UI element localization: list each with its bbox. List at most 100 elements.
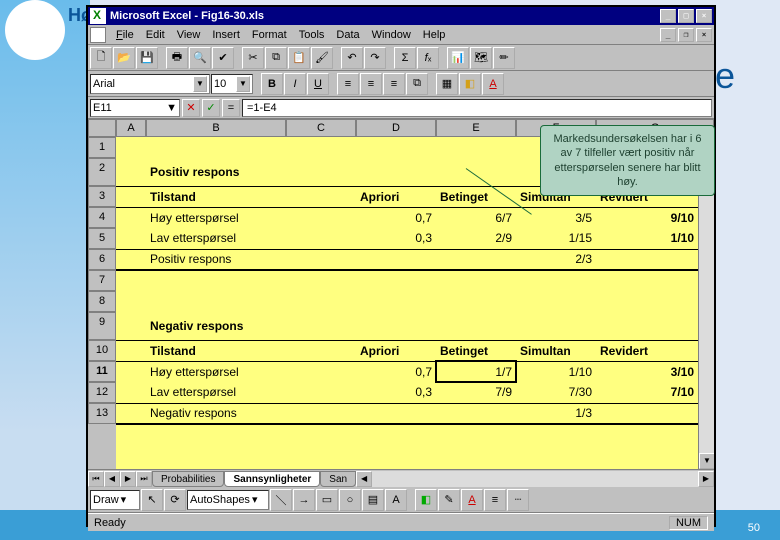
menu-edit[interactable]: Edit [140,27,171,43]
oval-icon[interactable]: ○ [339,489,361,511]
line-color-icon[interactable]: ✎ [438,489,460,511]
tab-next-icon[interactable]: ▶ [120,471,136,487]
chart-icon[interactable]: 📊 [447,47,469,69]
cut-icon[interactable]: ✂ [242,47,264,69]
row-header[interactable]: 9 [88,312,116,340]
align-center-icon[interactable]: ≡ [360,73,382,95]
selected-cell[interactable]: 1/7 [436,361,516,382]
align-right-icon[interactable]: ≡ [383,73,405,95]
tab-prev-icon[interactable]: ◀ [104,471,120,487]
row-header[interactable]: 7 [88,270,116,291]
undo-icon[interactable]: ↶ [341,47,363,69]
sheet-tab[interactable]: Probabilities [152,471,224,487]
italic-button[interactable]: I [284,73,306,95]
equals-button[interactable]: = [222,99,240,117]
fill-color-icon[interactable]: ◧ [459,73,481,95]
print-icon[interactable]: 🖶 [166,47,188,69]
row-header[interactable]: 5 [88,228,116,249]
format-painter-icon[interactable]: 🖌 [311,47,333,69]
row-header[interactable]: 11 [88,361,116,382]
col-header-a[interactable]: A [116,119,146,137]
row-header[interactable]: 6 [88,249,116,270]
confirm-formula-icon[interactable]: ✓ [202,99,220,117]
col-header-c[interactable]: C [286,119,356,137]
menu-window[interactable]: Window [366,27,417,43]
row-header[interactable]: 1 [88,137,116,158]
workbook-icon[interactable] [90,27,106,43]
menu-file[interactable]: File [110,27,140,43]
doc-minimize-button[interactable]: _ [660,28,676,42]
cancel-formula-icon[interactable]: ✕ [182,99,200,117]
doc-restore-button[interactable]: ❐ [678,28,694,42]
doc-close-button[interactable]: × [696,28,712,42]
font-color-icon[interactable]: A [482,73,504,95]
minimize-button[interactable]: _ [660,9,676,23]
col-header-e[interactable]: E [436,119,516,137]
menu-view[interactable]: View [171,27,207,43]
col-header-b[interactable]: B [146,119,286,137]
paste-icon[interactable]: 📋 [288,47,310,69]
close-button[interactable]: × [696,9,712,23]
row-header[interactable]: 3 [88,186,116,207]
row-header[interactable]: 13 [88,403,116,424]
autosum-icon[interactable]: Σ [394,47,416,69]
save-icon[interactable]: 💾 [136,47,158,69]
sheet-tab[interactable]: San [320,471,356,487]
horizontal-scrollbar[interactable]: ◀ ▶ [356,471,714,487]
line-style-icon[interactable]: ≡ [484,489,506,511]
map-icon[interactable]: 🗺 [470,47,492,69]
size-combo[interactable]: 10▼ [211,74,253,94]
rectangle-icon[interactable]: ▭ [316,489,338,511]
font-combo[interactable]: Arial▼ [90,74,210,94]
open-icon[interactable]: 📂 [113,47,135,69]
formula-input[interactable]: =1-E4 [242,99,712,117]
new-icon[interactable]: 🗋 [90,47,112,69]
tab-first-icon[interactable]: ⏮ [88,471,104,487]
preview-icon[interactable]: 🔍 [189,47,211,69]
menu-tools[interactable]: Tools [293,27,331,43]
menu-help[interactable]: Help [417,27,452,43]
line-icon[interactable]: ＼ [270,489,292,511]
underline-button[interactable]: U [307,73,329,95]
scroll-left-icon[interactable]: ◀ [356,471,372,487]
dash-style-icon[interactable]: ┈ [507,489,529,511]
select-all-corner[interactable] [88,119,116,137]
rotate-icon[interactable]: ⟳ [164,489,186,511]
maximize-button[interactable]: □ [678,9,694,23]
borders-icon[interactable]: ▦ [436,73,458,95]
chevron-down-icon[interactable]: ▼ [236,76,250,92]
redo-icon[interactable]: ↷ [364,47,386,69]
row-header[interactable]: 12 [88,382,116,403]
row-header[interactable]: 4 [88,207,116,228]
scroll-right-icon[interactable]: ▶ [698,471,714,487]
scroll-down-icon[interactable]: ▼ [699,453,714,469]
row-header[interactable]: 10 [88,340,116,361]
copy-icon[interactable]: ⧉ [265,47,287,69]
autoshapes-menu[interactable]: AutoShapes▾ [187,490,269,510]
row-header[interactable]: 8 [88,291,116,312]
fill-color-icon[interactable]: ◧ [415,489,437,511]
row-header[interactable]: 2 [88,158,116,186]
col-header-d[interactable]: D [356,119,436,137]
name-box[interactable]: E11▼ [90,99,180,117]
arrow-icon[interactable]: → [293,489,315,511]
chevron-down-icon[interactable]: ▼ [193,76,207,92]
menu-insert[interactable]: Insert [206,27,246,43]
function-icon[interactable]: fₓ [417,47,439,69]
wordart-icon[interactable]: A [385,489,407,511]
select-objects-icon[interactable]: ↖ [141,489,163,511]
tab-last-icon[interactable]: ⏭ [136,471,152,487]
textbox-icon[interactable]: ▤ [362,489,384,511]
font-color-icon[interactable]: A [461,489,483,511]
merge-icon[interactable]: ⧉ [406,73,428,95]
draw-menu[interactable]: Draw▾ [90,490,140,510]
bold-button[interactable]: B [261,73,283,95]
align-left-icon[interactable]: ≡ [337,73,359,95]
cell-value: 7/10 [596,382,698,403]
chevron-down-icon[interactable]: ▼ [166,102,177,114]
sheet-tab-active[interactable]: Sannsynligheter [224,471,320,487]
spellcheck-icon[interactable]: ✔ [212,47,234,69]
menu-format[interactable]: Format [246,27,293,43]
drawing-icon[interactable]: ✏ [493,47,515,69]
menu-data[interactable]: Data [330,27,365,43]
